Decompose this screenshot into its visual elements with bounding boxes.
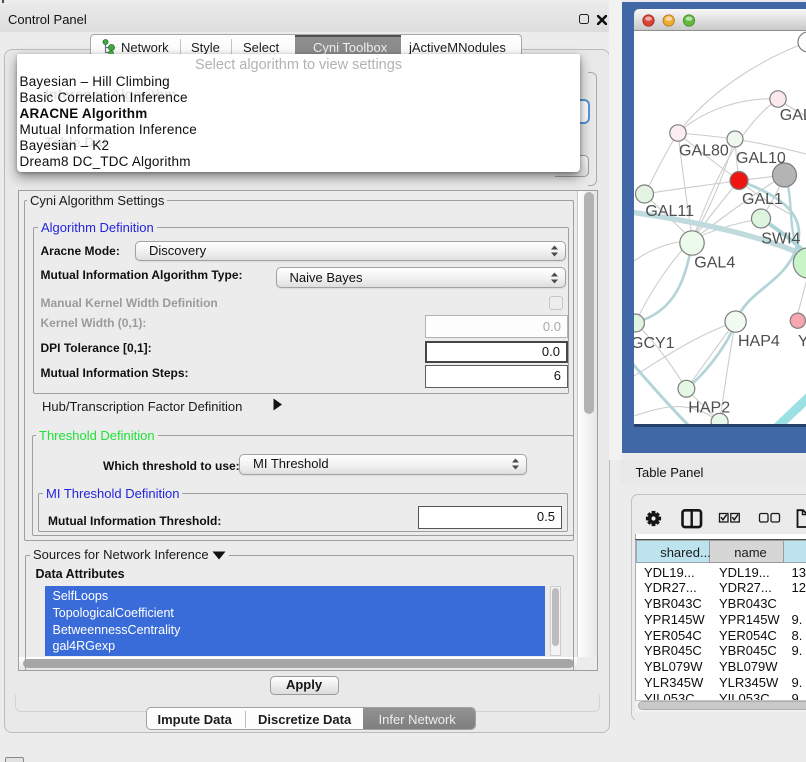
svg-text:SWI4: SWI4: [761, 231, 800, 248]
svg-text:GAL1: GAL1: [742, 191, 783, 208]
svg-text:GAL80: GAL80: [679, 143, 729, 160]
svg-text:GAL11: GAL11: [645, 203, 694, 220]
svg-text:GCY1: GCY1: [634, 335, 675, 352]
svg-text:HAP2: HAP2: [688, 400, 730, 417]
svg-text:GAL4: GAL4: [694, 255, 735, 272]
svg-text:GAL10: GAL10: [736, 150, 786, 167]
svg-text:GAL2: GAL2: [780, 107, 806, 124]
svg-text:YE: YE: [798, 333, 806, 350]
svg-text:HAP4: HAP4: [738, 333, 780, 350]
